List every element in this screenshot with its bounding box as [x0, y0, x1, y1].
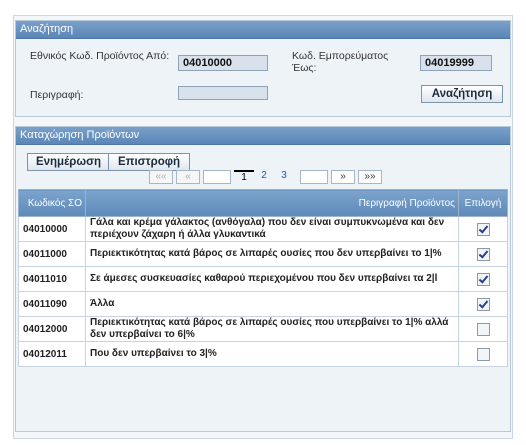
table-row: 04010000 Γάλα και κρέμα γάλακτος (ανθόγα… — [18, 216, 508, 242]
description-label: Περιγραφή: — [30, 89, 84, 101]
pager-last-button[interactable]: »» — [358, 170, 382, 184]
table-header-row: Κωδικός ΣΟ Περιγραφή Προϊόντος Επιλογή — [18, 189, 508, 217]
row-description: Περιεκτικότητας κατά βάρος σε λιπαρές ου… — [85, 241, 459, 267]
update-button[interactable]: Ενημέρωση — [27, 153, 110, 171]
select-checkbox[interactable] — [476, 222, 490, 236]
description-field[interactable] — [178, 86, 268, 100]
table-row: 04011090 Άλλα — [18, 291, 508, 317]
row-code: 04011000 — [18, 241, 86, 267]
products-panel: Καταχώρηση Προϊόντων Ενημέρωση Επιστροφή… — [15, 126, 511, 432]
row-code: 04010000 — [18, 216, 86, 242]
code-to-field[interactable]: 04019999 — [420, 55, 492, 71]
search-button[interactable]: Αναζήτηση — [421, 85, 503, 103]
pager-spacer — [300, 170, 328, 184]
pager-page-3[interactable]: 3 — [274, 170, 294, 182]
main-container: Αναζήτηση Εθνικός Κωδ. Προϊόντος Από: 04… — [13, 15, 513, 439]
row-description: Σε άμεσες συσκευασίες καθαρού περιεχομέν… — [85, 266, 459, 292]
row-description: Γάλα και κρέμα γάλακτος (ανθόγαλα) που δ… — [85, 216, 459, 242]
row-description: Άλλα — [85, 291, 459, 317]
row-code: 04011010 — [18, 266, 86, 292]
column-header-description: Περιγραφή Προϊόντος — [85, 189, 459, 217]
select-checkbox[interactable] — [476, 322, 490, 336]
search-panel-title: Αναζήτηση — [16, 21, 510, 39]
row-code: 04012000 — [18, 316, 86, 342]
select-checkbox[interactable] — [476, 247, 490, 261]
row-code: 04012011 — [18, 341, 86, 367]
table-row: 04011000 Περιεκτικότητας κατά βάρος σε λ… — [18, 241, 508, 267]
row-description: Περιεκτικότητας κατά βάρος σε λιπαρές ου… — [85, 316, 459, 342]
pager-first-button[interactable]: «« — [149, 170, 173, 184]
code-from-label: Εθνικός Κωδ. Προϊόντος Από: — [30, 50, 170, 62]
search-panel: Αναζήτηση Εθνικός Κωδ. Προϊόντος Από: 04… — [15, 20, 511, 117]
pager-page-2[interactable]: 2 — [254, 170, 274, 182]
back-button[interactable]: Επιστροφή — [108, 153, 190, 171]
table-row: 04011010 Σε άμεσες συσκευασίες καθαρού π… — [18, 266, 508, 292]
column-header-select: Επιλογή — [458, 189, 508, 217]
pager-prev-button[interactable]: « — [176, 170, 200, 184]
row-description: Που δεν υπερβαίνει το 3|% — [85, 341, 459, 367]
row-code: 04011090 — [18, 291, 86, 317]
code-to-label: Κωδ. Εμπορεύματος Έως: — [292, 50, 389, 74]
products-panel-title: Καταχώρηση Προϊόντων — [16, 127, 510, 145]
products-table: Κωδικός ΣΟ Περιγραφή Προϊόντος Επιλογή 0… — [18, 189, 508, 367]
table-row: 04012011 Που δεν υπερβαίνει το 3|% — [18, 341, 508, 367]
code-from-field[interactable]: 04010000 — [178, 55, 268, 71]
pager-next-button[interactable]: » — [331, 170, 355, 184]
column-header-code: Κωδικός ΣΟ — [18, 189, 86, 217]
pager: «« « 1 2 3 » »» — [149, 170, 385, 184]
select-checkbox[interactable] — [476, 272, 490, 286]
select-checkbox[interactable] — [476, 347, 490, 361]
pager-spacer — [203, 170, 231, 184]
table-row: 04012000 Περιεκτικότητας κατά βάρος σε λ… — [18, 316, 508, 342]
select-checkbox[interactable] — [476, 297, 490, 311]
pager-page-1[interactable]: 1 — [234, 170, 254, 183]
